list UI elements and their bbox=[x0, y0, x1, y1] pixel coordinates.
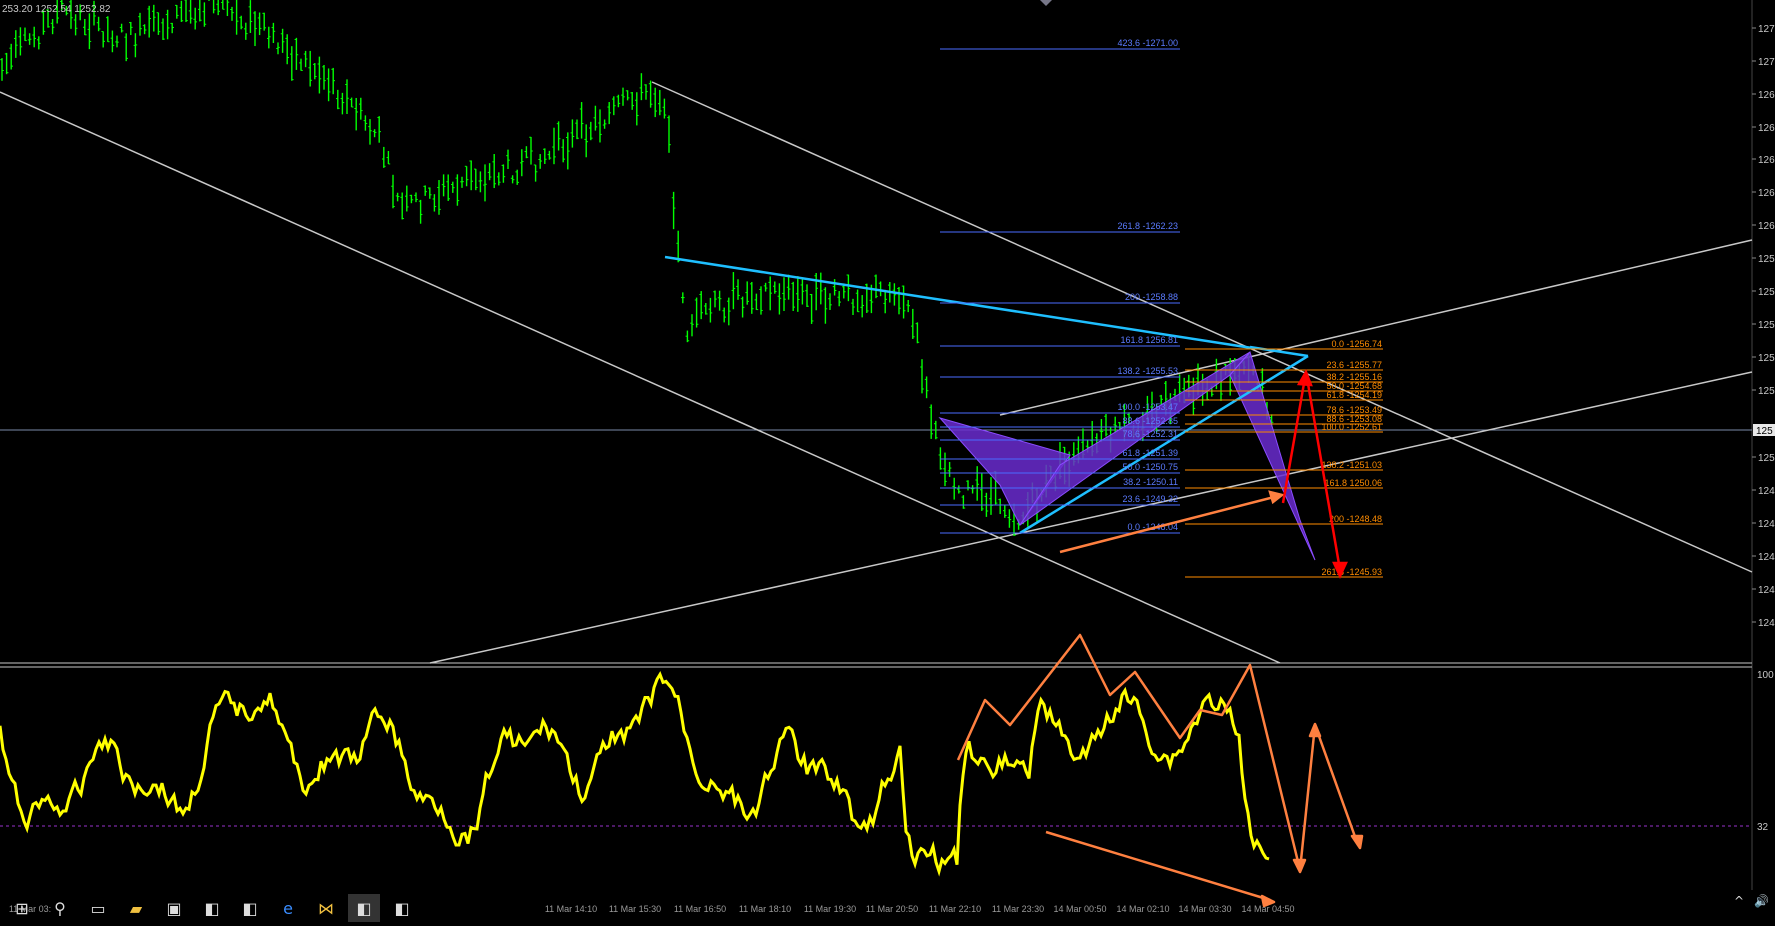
edge-icon[interactable]: e bbox=[272, 894, 304, 922]
fib-level-label: 0.0 -1256.74 bbox=[1331, 339, 1382, 349]
current-price-tag: 125 bbox=[1756, 426, 1773, 437]
fib-level-label: 138.2 -1255.53 bbox=[1117, 366, 1178, 376]
fib-level-label: 23.6 -1255.77 bbox=[1326, 360, 1382, 370]
app-2-icon[interactable]: ◧ bbox=[234, 894, 266, 922]
price-axis-label: 125 bbox=[1758, 453, 1775, 464]
fib-level-label: 38.2 -1250.11 bbox=[1123, 477, 1178, 487]
fib-level-label: 100.0 -1253.47 bbox=[1117, 402, 1178, 412]
fib-level-label: 200 -1258.88 bbox=[1125, 292, 1178, 302]
price-axis-label: 126 bbox=[1758, 123, 1775, 134]
price-axis-label: 125 bbox=[1758, 353, 1775, 364]
file-explorer-icon[interactable]: ▰ bbox=[120, 894, 152, 922]
metatrader-icon[interactable]: ⋈ bbox=[310, 894, 342, 922]
fib-level-label: 423.6 -1271.00 bbox=[1117, 38, 1178, 48]
start-icon[interactable]: ⊞ bbox=[6, 894, 38, 922]
tray-chevron-icon[interactable]: ^ bbox=[1734, 894, 1744, 908]
ohlc-header: 253.20 1252.54 1252.82 bbox=[2, 4, 111, 15]
price-chart[interactable]: 423.6 -1271.00 261.8 -1262.23 200 -1258.88… bbox=[0, 0, 1775, 926]
search-icon[interactable]: ⚲ bbox=[44, 894, 76, 922]
price-axis-label: 124 bbox=[1758, 618, 1775, 629]
price-axis-label: 125 bbox=[1758, 254, 1775, 265]
price-axis-label: 125 bbox=[1758, 386, 1775, 397]
fib-level-label: 138.2 -1251.03 bbox=[1321, 460, 1382, 470]
price-axis-label: 126 bbox=[1758, 221, 1775, 232]
fib-level-label: 50.0 -1250.75 bbox=[1122, 462, 1178, 472]
app-4-icon[interactable]: ◧ bbox=[386, 894, 418, 922]
fib-level-label: 200 -1248.48 bbox=[1329, 514, 1382, 524]
fib-level-label: 61.8 -1251.39 bbox=[1122, 448, 1178, 458]
fib-level-label: 261.8 -1262.23 bbox=[1117, 221, 1178, 231]
price-axis-label: 124 bbox=[1758, 552, 1775, 563]
indicator-axis-top: 100 bbox=[1757, 670, 1774, 681]
system-tray: ^ 🔊 bbox=[1734, 894, 1769, 908]
price-axis-label: 125 bbox=[1758, 320, 1775, 331]
store-icon[interactable]: ▣ bbox=[158, 894, 190, 922]
indicator-axis-mid: 32 bbox=[1757, 822, 1769, 833]
price-axis-label: 126 bbox=[1758, 90, 1775, 101]
fib-level-label: 100.0 -1252.61 bbox=[1321, 422, 1382, 432]
app-3-icon[interactable]: ◧ bbox=[348, 894, 380, 922]
taskbar: ⊞ ⚲ ▭ ▰ ▣ ◧ ◧ e ⋈ ◧ ◧ bbox=[0, 890, 1775, 926]
fib-level-label: 61.8 -1254.19 bbox=[1326, 390, 1382, 400]
speaker-icon[interactable]: 🔊 bbox=[1754, 894, 1769, 908]
fib-level-label: 23.6 -1249.32 bbox=[1122, 494, 1178, 504]
fib-level-label: 161.8 1256.81 bbox=[1120, 335, 1178, 345]
app-1-icon[interactable]: ◧ bbox=[196, 894, 228, 922]
price-axis-label: 127 bbox=[1758, 57, 1775, 68]
price-axis-label: 127 bbox=[1758, 24, 1775, 35]
task-view-icon[interactable]: ▭ bbox=[82, 894, 114, 922]
price-axis-label: 124 bbox=[1758, 585, 1775, 596]
fib-level-label: 261.8 -1245.93 bbox=[1321, 567, 1382, 577]
price-axis-label: 124 bbox=[1758, 519, 1775, 530]
fib-level-label: 161.8 1250.06 bbox=[1324, 478, 1382, 488]
fib-level-label: 88.6 -1252.85 bbox=[1122, 416, 1178, 426]
fib-level-label: 78.6 -1252.31 bbox=[1122, 429, 1178, 439]
price-axis-label: 126 bbox=[1758, 155, 1775, 166]
price-axis-label: 126 bbox=[1758, 188, 1775, 199]
price-axis-label: 124 bbox=[1758, 486, 1775, 497]
price-axis-label: 125 bbox=[1758, 287, 1775, 298]
